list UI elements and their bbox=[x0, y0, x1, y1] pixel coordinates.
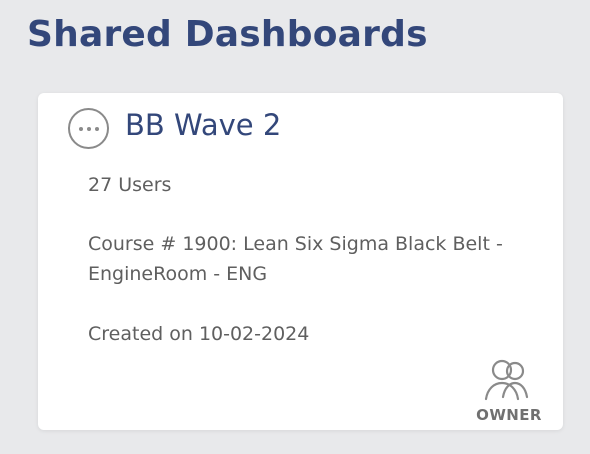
more-icon-dot bbox=[86, 126, 91, 131]
more-options-button[interactable] bbox=[68, 108, 109, 149]
dashboard-card[interactable]: BB Wave 2 27 Users Course # 1900: Lean S… bbox=[38, 93, 563, 430]
owner-badge: OWNER bbox=[472, 356, 546, 424]
created-date: Created on 10-02-2024 bbox=[88, 323, 310, 345]
owner-label: OWNER bbox=[476, 406, 542, 424]
course-name: Course # 1900: Lean Six Sigma Black Belt… bbox=[88, 233, 503, 285]
users-icon bbox=[484, 359, 529, 401]
dashboard-title[interactable]: BB Wave 2 bbox=[125, 105, 281, 145]
more-icon-dot bbox=[94, 126, 99, 131]
page-title: Shared Dashboards bbox=[27, 14, 428, 55]
user-count: 27 Users bbox=[88, 174, 172, 196]
more-icon-dot bbox=[78, 126, 83, 131]
